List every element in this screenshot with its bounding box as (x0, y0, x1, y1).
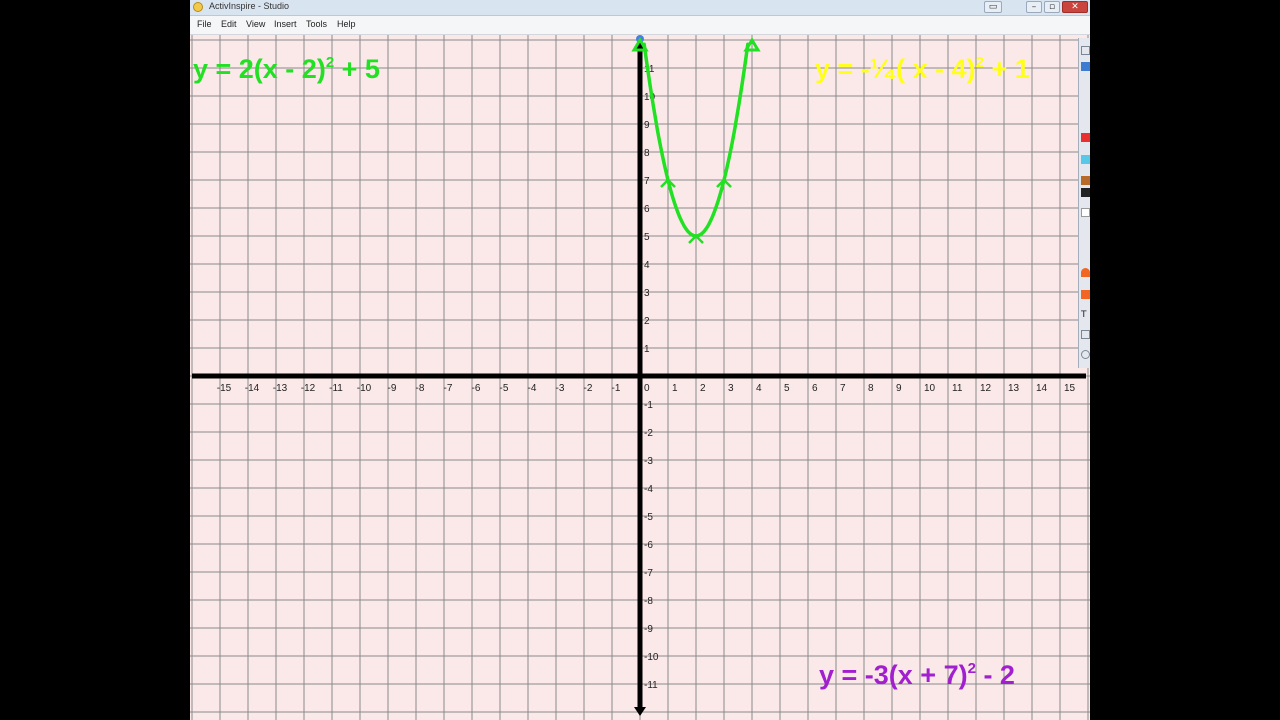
x-tick-label: 10 (924, 383, 936, 394)
window-title: ActivInspire - Studio (209, 1, 290, 11)
x-tick-label: -2 (584, 383, 593, 394)
menu-insert[interactable]: Insert (274, 19, 297, 29)
y-tick-label: 3 (644, 288, 650, 299)
menu-help[interactable]: Help (337, 19, 356, 29)
x-tick-label: -8 (416, 383, 425, 394)
y-tick-label: 4 (644, 260, 650, 271)
toolbox-color-black[interactable] (1081, 188, 1090, 197)
menu-bar: File Edit View Insert Tools Help (190, 16, 1090, 35)
toolbox-pen-icon[interactable] (1081, 98, 1090, 107)
x-tick-label: 15 (1064, 383, 1076, 394)
x-tick-labels: -15 -14 -13 -12 -11 -10 -9 -8 -7 -6 -5 -4 -3 -2 -1 0 1 2 3… (217, 383, 1076, 394)
y-tick-label: -8 (644, 596, 653, 607)
y-tick-label: -1 (644, 400, 653, 411)
x-tick-label: -9 (388, 383, 397, 394)
toolbox-more-icon[interactable] (1081, 350, 1090, 359)
y-tick-label: -4 (644, 484, 653, 495)
x-tick-label: 9 (896, 383, 902, 394)
toolbox-color-cyan[interactable] (1081, 155, 1090, 164)
x-tick-label: 4 (756, 383, 762, 394)
toolbox-browser-icon[interactable] (1081, 62, 1090, 71)
window-extra-button[interactable]: ▭ (984, 1, 1002, 13)
x-tick-label: 1 (672, 383, 678, 394)
y-tick-label: -7 (644, 568, 653, 579)
y-tick-label: -11 (644, 680, 658, 691)
x-tick-label: 13 (1008, 383, 1020, 394)
y-tick-label: -6 (644, 540, 653, 551)
x-tick-label: 7 (840, 383, 846, 394)
y-tick-label: 7 (644, 176, 650, 187)
flipchart-canvas[interactable]: -15 -14 -13 -12 -11 -10 -9 -8 -7 -6 -5 -4 -3 -2 -1 0 1 2 3… (190, 35, 1090, 720)
y-tick-label: -2 (644, 428, 653, 439)
main-toolbox: T (1078, 38, 1090, 368)
x-tick-label: -13 (273, 383, 288, 394)
x-tick-label: -3 (556, 383, 565, 394)
equation-green[interactable]: y = 2(x - 2)2 + 5 (193, 55, 380, 83)
x-tick-label: 5 (784, 383, 790, 394)
equation-purple[interactable]: y = -3(x + 7)2 - 2 (819, 661, 1015, 689)
x-tick-label: -14 (245, 383, 260, 394)
x-tick-label: -15 (217, 383, 232, 394)
menu-file[interactable]: File (197, 19, 212, 29)
x-tick-label: -11 (329, 383, 343, 394)
y-tick-label: -10 (644, 652, 659, 663)
x-tick-label: 12 (980, 383, 992, 394)
activinspire-window: ActivInspire - Studio ▭ – ▫ ✕ File Edit … (190, 0, 1090, 720)
menu-edit[interactable]: Edit (221, 19, 237, 29)
y-tick-label: 6 (644, 204, 650, 215)
close-button[interactable]: ✕ (1062, 1, 1088, 13)
toolbox-fill-icon[interactable] (1081, 290, 1090, 299)
coordinate-grid: -15 -14 -13 -12 -11 -10 -9 -8 -7 -6 -5 -4 -3 -2 -1 0 1 2 3… (190, 35, 1090, 720)
x-tick-label: 8 (868, 383, 874, 394)
x-tick-label: -6 (472, 383, 481, 394)
x-tick-label: -5 (500, 383, 509, 394)
y-tick-label: 5 (644, 232, 650, 243)
x-tick-label: 11 (952, 383, 963, 394)
x-tick-label: -12 (301, 383, 316, 394)
x-tick-label: -10 (357, 383, 372, 394)
maximize-button[interactable]: ▫ (1044, 1, 1060, 13)
x-tick-label: 2 (700, 383, 706, 394)
x-tick-label: 0 (644, 383, 650, 394)
y-tick-label: 8 (644, 148, 650, 159)
toolbox-text-icon[interactable]: T (1081, 310, 1090, 320)
toolbox-highlighter-icon[interactable] (1081, 268, 1090, 277)
x-tick-label: -4 (528, 383, 537, 394)
y-tick-label: -3 (644, 456, 653, 467)
x-tick-label: 14 (1036, 383, 1048, 394)
x-tick-label: 6 (812, 383, 818, 394)
toolbox-color-red[interactable] (1081, 133, 1090, 142)
minimize-button[interactable]: – (1026, 1, 1042, 13)
toolbox-color-brown[interactable] (1081, 176, 1090, 185)
title-bar: ActivInspire - Studio ▭ – ▫ ✕ (190, 0, 1090, 16)
y-tick-label: -5 (644, 512, 653, 523)
toolbox-shape-icon[interactable] (1081, 330, 1090, 339)
toolbox-pin-icon[interactable] (1081, 46, 1090, 55)
x-tick-label: 3 (728, 383, 734, 394)
axes (192, 35, 1086, 716)
menu-view[interactable]: View (246, 19, 265, 29)
x-tick-label: -1 (612, 383, 621, 394)
toolbox-eraser-icon[interactable] (1081, 208, 1090, 217)
x-tick-label: -7 (444, 383, 453, 394)
equation-yellow[interactable]: y = -¹⁄₄( x - 4)2 + 1 (815, 55, 1030, 83)
y-tick-label: 1 (644, 344, 650, 355)
toolbox-select-icon[interactable] (1081, 228, 1090, 237)
y-tick-label: -9 (644, 624, 653, 635)
y-tick-label: 2 (644, 316, 650, 327)
app-logo-icon (193, 2, 203, 12)
y-tick-label: 9 (644, 120, 650, 131)
menu-tools[interactable]: Tools (306, 19, 327, 29)
